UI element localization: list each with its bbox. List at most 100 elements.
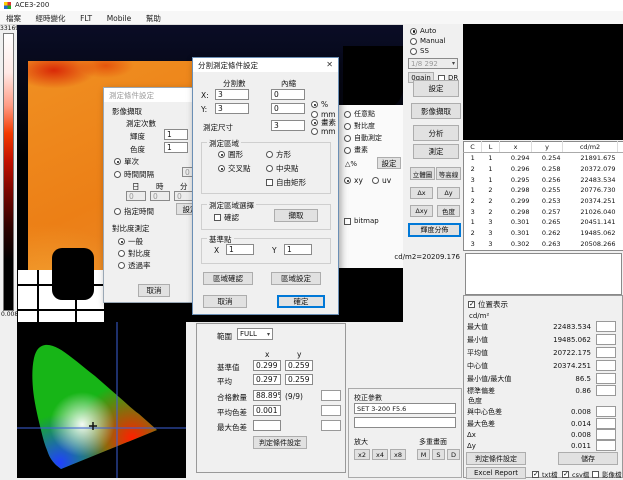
set-button[interactable]: 設定 xyxy=(413,80,459,97)
average-y-field[interactable]: 0.259 xyxy=(285,374,313,385)
average-x-field[interactable]: 0.297 xyxy=(253,374,281,385)
chroma-count-field[interactable]: 1 xyxy=(164,142,188,153)
ok-button[interactable]: 確定 xyxy=(277,295,325,308)
minute-field[interactable]: 0 xyxy=(174,191,194,201)
base-x-field[interactable]: 1 xyxy=(226,244,254,255)
table-row[interactable]: 130.3010.26520451.1418684 xyxy=(464,218,623,229)
mode-auto-radio[interactable] xyxy=(344,135,351,142)
calibration-value-field[interactable]: SET 3-200 F5.6 xyxy=(354,403,456,414)
reference-y-field[interactable]: 0.259 xyxy=(285,360,313,371)
zoom-x4-button[interactable]: x4 xyxy=(372,449,388,460)
cross-point-radio[interactable] xyxy=(218,165,225,172)
message-list-box[interactable] xyxy=(465,253,622,295)
uv-radio[interactable] xyxy=(372,177,379,184)
close-icon[interactable]: ✕ xyxy=(326,60,333,69)
base-y-field[interactable]: 1 xyxy=(284,244,312,255)
area-confirm-button[interactable]: 區域確認 xyxy=(203,272,253,285)
multi-m-button[interactable]: M xyxy=(417,449,430,460)
dialog-title[interactable]: 分割測定條件設定 xyxy=(193,58,338,72)
mode-contrast-radio[interactable] xyxy=(344,123,351,130)
image-file-checkbox[interactable] xyxy=(592,471,599,478)
transmittance-radio[interactable] xyxy=(118,262,125,269)
free-rect-checkbox[interactable] xyxy=(266,179,273,186)
confirm-checkbox[interactable] xyxy=(214,214,221,221)
menu-bar: 檔案 經時變化 FLT Mobile 幫助 xyxy=(0,11,623,25)
zoom-x8-button[interactable]: x8 xyxy=(390,449,406,460)
xy-radio[interactable] xyxy=(344,177,351,184)
contour-button[interactable]: 等高線 xyxy=(436,167,461,180)
single-shot-radio[interactable] xyxy=(114,158,121,165)
table-row[interactable]: 220.2990.25320374.2519332 xyxy=(464,196,623,207)
table-row[interactable]: 120.2980.25520776.73010386 xyxy=(464,185,623,196)
size-field[interactable]: 3 xyxy=(271,120,305,131)
area-set-button[interactable]: 區域設定 xyxy=(271,272,321,285)
cancel-button[interactable]: 取消 xyxy=(203,295,247,308)
table-row[interactable]: 310.2950.25622483.53410046 xyxy=(464,175,623,186)
hour-field[interactable]: 0 xyxy=(150,191,170,201)
preview-image[interactable] xyxy=(463,24,623,140)
judge-settings-button[interactable]: 判定條件設定 xyxy=(466,452,526,465)
exposure-ss-radio[interactable] xyxy=(410,48,417,55)
y-inset-field[interactable]: 0 xyxy=(271,103,305,114)
x-division-field[interactable]: 3 xyxy=(215,89,249,100)
menu-file[interactable]: 檔案 xyxy=(0,11,27,24)
shutter-combo[interactable]: 1/8 292▾ xyxy=(408,58,458,69)
delta-y-button[interactable]: Δy xyxy=(437,187,460,199)
size-pixel-radio[interactable] xyxy=(311,119,318,126)
normal-radio[interactable] xyxy=(118,238,125,245)
table-row[interactable]: 210.2960.25820372.0799722 xyxy=(464,164,623,175)
measure-button[interactable]: 測定 xyxy=(413,144,459,159)
capture-button[interactable]: 影像擷取 xyxy=(411,103,461,119)
circle-radio[interactable] xyxy=(218,151,225,158)
range-label: 範圍 xyxy=(217,331,232,342)
position-display-checkbox[interactable] xyxy=(468,301,475,308)
capture-area-button[interactable]: 擷取 xyxy=(274,209,318,222)
analyze-button[interactable]: 分析 xyxy=(413,125,459,141)
csv-file-checkbox[interactable] xyxy=(562,471,569,478)
cie-diagram[interactable] xyxy=(17,322,186,478)
menu-flt[interactable]: FLT xyxy=(74,12,98,23)
menu-time-change[interactable]: 經時變化 xyxy=(30,11,72,24)
contrast-radio[interactable] xyxy=(118,250,125,257)
reference-x-field[interactable]: 0.299 xyxy=(253,360,281,371)
range-combo[interactable]: FULL▾ xyxy=(237,328,273,340)
cancel-button[interactable]: 取消 xyxy=(138,284,170,297)
mode-pixel-radio[interactable] xyxy=(344,147,351,154)
bitmap-checkbox[interactable] xyxy=(344,218,351,225)
table-row[interactable]: 330.3020.26320508.2668700 xyxy=(464,239,623,250)
exposure-auto-radio[interactable] xyxy=(410,28,417,35)
excel-report-button[interactable]: Excel Report xyxy=(466,467,526,479)
square-radio[interactable] xyxy=(266,151,273,158)
capture-group-label: 影像擷取 xyxy=(112,106,142,117)
multi-d-button[interactable]: D xyxy=(447,449,460,460)
exposure-manual-radio[interactable] xyxy=(410,38,417,45)
luminance-count-field[interactable]: 1 xyxy=(164,129,188,140)
center-point-radio[interactable] xyxy=(266,165,273,172)
mode-set-button[interactable]: 設定 xyxy=(377,157,401,169)
range-judge-settings-button[interactable]: 判定條件設定 xyxy=(253,436,307,449)
table-row[interactable]: 110.2940.25421891.67510407 xyxy=(464,153,623,164)
inset-percent-radio[interactable] xyxy=(311,101,318,108)
interval-radio[interactable] xyxy=(114,171,121,178)
calibration-extra-field[interactable] xyxy=(354,417,456,428)
delta-xy-button[interactable]: Δxy xyxy=(410,205,433,217)
specified-time-radio[interactable] xyxy=(114,208,121,215)
delta-x-button[interactable]: Δx xyxy=(410,187,433,199)
y-label: Y: xyxy=(201,105,207,114)
mode-any-point-radio[interactable] xyxy=(344,111,351,118)
x-inset-field[interactable]: 0 xyxy=(271,89,305,100)
solid-view-button[interactable]: 立體圖 xyxy=(410,167,435,180)
txt-file-checkbox[interactable] xyxy=(532,471,539,478)
chroma-button[interactable]: 色度 xyxy=(437,205,460,217)
save-button[interactable]: 儲存 xyxy=(558,452,618,465)
menu-mobile[interactable]: Mobile xyxy=(101,12,138,23)
table-row[interactable]: 320.2980.25721026.0409616 xyxy=(464,207,623,218)
day-field[interactable]: 0 xyxy=(126,191,146,201)
zoom-x2-button[interactable]: x2 xyxy=(354,449,370,460)
multi-s-button[interactable]: S xyxy=(432,449,445,460)
y-division-field[interactable]: 3 xyxy=(215,103,249,114)
table-row[interactable]: 230.3010.26219485.0628897 xyxy=(464,228,623,239)
luminance-distribution-button[interactable]: 輝度分佈 xyxy=(408,223,461,237)
menu-help[interactable]: 幫助 xyxy=(140,11,167,24)
size-mm-radio[interactable] xyxy=(311,128,318,135)
